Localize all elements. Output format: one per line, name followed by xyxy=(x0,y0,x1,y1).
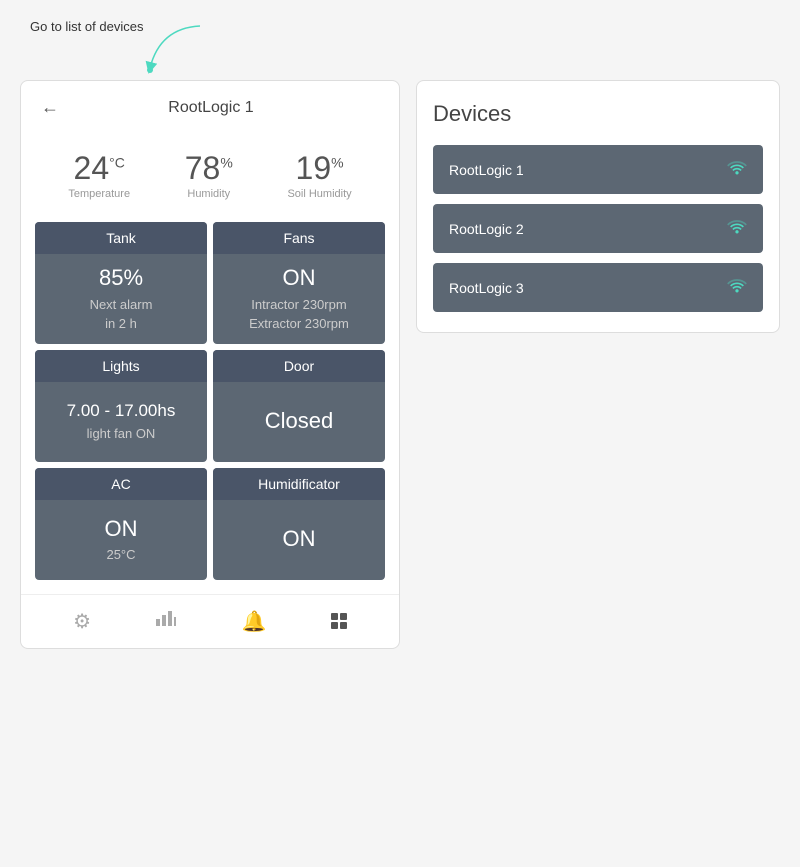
devices-list-panel: Devices RootLogic 1 RootLogic 2 xyxy=(416,80,780,333)
widget-fans[interactable]: Fans ON Intractor 230rpmExtractor 230rpm xyxy=(213,222,385,344)
widget-ac[interactable]: AC ON 25°C xyxy=(35,468,207,580)
widget-lights[interactable]: Lights 7.00 - 17.00hs light fan ON xyxy=(35,350,207,462)
widget-tank-header: Tank xyxy=(35,222,207,254)
widget-fans-body: ON Intractor 230rpmExtractor 230rpm xyxy=(213,254,385,344)
device-name-3: RootLogic 3 xyxy=(449,280,524,296)
device-item-rootlogic2[interactable]: RootLogic 2 xyxy=(433,204,763,253)
annotation-label: Go to list of devices xyxy=(30,19,143,34)
widget-tank[interactable]: Tank 85% Next alarmin 2 h xyxy=(35,222,207,344)
widget-fans-header: Fans xyxy=(213,222,385,254)
soil-humidity-value: 19% xyxy=(287,152,351,184)
humidity-label: Humidity xyxy=(185,188,233,200)
nav-chart-icon[interactable] xyxy=(155,609,177,633)
widget-humidificator[interactable]: Humidificator ON xyxy=(213,468,385,580)
widget-ac-value: ON xyxy=(105,515,138,544)
temperature-value: 24°C xyxy=(68,152,130,184)
stat-temperature: 24°C Temperature xyxy=(68,152,130,200)
widget-door-value: Closed xyxy=(265,407,333,436)
wifi-icon-3 xyxy=(727,277,747,298)
nav-settings-icon[interactable]: ⚙ xyxy=(73,609,91,634)
bottom-nav: ⚙ 🔔 xyxy=(21,594,399,648)
wifi-icon-2 xyxy=(727,218,747,239)
annotation-text: Go to list of devices xyxy=(30,18,143,36)
devices-panel-title: Devices xyxy=(433,101,763,127)
widget-fans-value: ON xyxy=(283,264,316,293)
widget-tank-body: 85% Next alarmin 2 h xyxy=(35,254,207,344)
widget-door-body: Closed xyxy=(213,382,385,462)
main-layout: ← RootLogic 1 24°C Temperature 78% Humid… xyxy=(20,80,780,649)
back-button[interactable]: ← xyxy=(41,97,59,118)
widget-fans-sub: Intractor 230rpmExtractor 230rpm xyxy=(249,295,349,334)
annotation-arrow xyxy=(140,18,220,78)
device-header: ← RootLogic 1 xyxy=(21,81,399,134)
widget-door[interactable]: Door Closed xyxy=(213,350,385,462)
widget-lights-header: Lights xyxy=(35,350,207,382)
widget-grid: Tank 85% Next alarmin 2 h Fans ON Intrac… xyxy=(21,208,399,580)
wifi-icon-1 xyxy=(727,159,747,180)
device-detail-panel: ← RootLogic 1 24°C Temperature 78% Humid… xyxy=(20,80,400,649)
widget-ac-body: ON 25°C xyxy=(35,500,207,580)
widget-lights-body: 7.00 - 17.00hs light fan ON xyxy=(35,382,207,462)
widget-tank-sub: Next alarmin 2 h xyxy=(90,295,153,334)
widget-lights-sub: light fan ON xyxy=(87,424,156,444)
widget-ac-sub: 25°C xyxy=(106,545,135,565)
stat-soil-humidity: 19% Soil Humidity xyxy=(287,152,351,200)
device-item-rootlogic1[interactable]: RootLogic 1 xyxy=(433,145,763,194)
device-name-2: RootLogic 2 xyxy=(449,221,524,237)
humidity-value: 78% xyxy=(185,152,233,184)
nav-bell-icon[interactable]: 🔔 xyxy=(242,609,267,634)
grid-icon-shape xyxy=(331,613,347,629)
temperature-label: Temperature xyxy=(68,188,130,200)
widget-lights-value: 7.00 - 17.00hs xyxy=(67,400,176,422)
stat-humidity: 78% Humidity xyxy=(185,152,233,200)
device-name-1: RootLogic 1 xyxy=(449,162,524,178)
widget-tank-value: 85% xyxy=(99,264,143,293)
widget-humidificator-value: ON xyxy=(283,525,316,554)
device-item-rootlogic3[interactable]: RootLogic 3 xyxy=(433,263,763,312)
device-panel-title: RootLogic 1 xyxy=(71,99,351,117)
widget-door-header: Door xyxy=(213,350,385,382)
nav-grid-icon[interactable] xyxy=(331,613,347,629)
stats-row: 24°C Temperature 78% Humidity 19% Soil H… xyxy=(21,134,399,208)
widget-humidificator-header: Humidificator xyxy=(213,468,385,500)
widget-humidificator-body: ON xyxy=(213,500,385,580)
widget-ac-header: AC xyxy=(35,468,207,500)
soil-humidity-label: Soil Humidity xyxy=(287,188,351,200)
